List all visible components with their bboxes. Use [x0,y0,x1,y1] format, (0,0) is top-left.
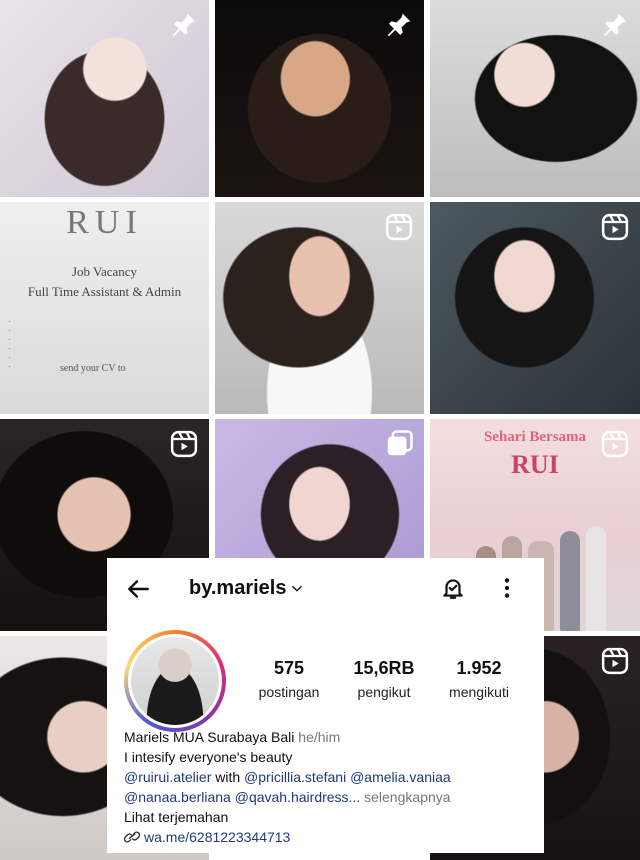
notification-bell-icon[interactable] [440,575,466,601]
bio-connector: with [211,769,245,785]
post-tile[interactable] [0,0,209,197]
profile-header: by.mariels [107,558,544,620]
chevron-down-icon[interactable] [290,582,304,596]
avatar [131,637,219,725]
mention-links[interactable]: @pricillia.stefani @amelia.vaniaa [244,769,451,785]
reels-icon [170,430,198,458]
post-tile[interactable] [215,202,424,414]
pin-icon [603,13,627,37]
carousel-icon [387,430,413,456]
stat-following-label: mengikuti [449,684,509,700]
stat-followers-value: 15,6RB [353,658,415,678]
stat-followers[interactable]: 15,6RB pengikut [334,658,434,700]
stat-posts[interactable]: 575 postingan [239,658,339,700]
stat-following[interactable]: 1.952 mengikuti [429,658,529,700]
profile-link[interactable]: wa.me/6281223344713 [124,827,534,847]
pin-icon [387,13,411,37]
see-translation-button[interactable]: Lihat terjemahan [124,807,534,827]
mention-link[interactable]: @ruirui.atelier [124,769,211,785]
back-arrow-icon[interactable] [125,576,151,602]
job-logo: RUI [66,204,143,241]
profile-pronouns: he/him [298,729,341,745]
bio-text: I intesify everyone's beauty [124,749,293,765]
more-options-icon[interactable] [499,575,515,601]
profile-link-text: wa.me/6281223344713 [144,829,291,845]
mention-links[interactable]: @nanaa.berliana @qavah.hairdress... [124,789,360,805]
reels-icon [601,213,629,241]
job-vacancy-content: RUI Job Vacancy Full Time Assistant & Ad… [0,202,209,374]
stat-following-value: 1.952 [456,658,502,678]
reels-icon [385,213,413,241]
post-tile-job-vacancy[interactable]: RUI Job Vacancy Full Time Assistant & Ad… [0,202,209,414]
stat-posts-value: 575 [273,658,305,678]
post-tile[interactable] [430,202,640,414]
profile-card: by.mariels 575 postingan 15,6RB pengikut… [107,558,544,853]
profile-display-name: Mariels MUA Surabaya Bali [124,729,295,745]
pin-icon [172,13,196,37]
stat-posts-label: postingan [258,684,320,700]
profile-username[interactable]: by.mariels [189,577,286,600]
job-footer: send your CV to [60,363,126,374]
post-tile[interactable] [430,0,640,197]
profile-avatar[interactable] [124,630,226,732]
job-subtitle: Full Time Assistant & Admin [27,284,182,299]
reels-icon [601,430,629,458]
reels-icon [601,647,629,675]
job-title: Job Vacancy [71,264,138,279]
post-tile[interactable] [215,0,424,197]
see-more-button[interactable]: selengkapnya [364,789,450,805]
profile-bio: Mariels MUA Surabaya Bali he/him I intes… [124,727,534,847]
link-icon [124,831,140,843]
stat-followers-label: pengikut [357,684,411,700]
